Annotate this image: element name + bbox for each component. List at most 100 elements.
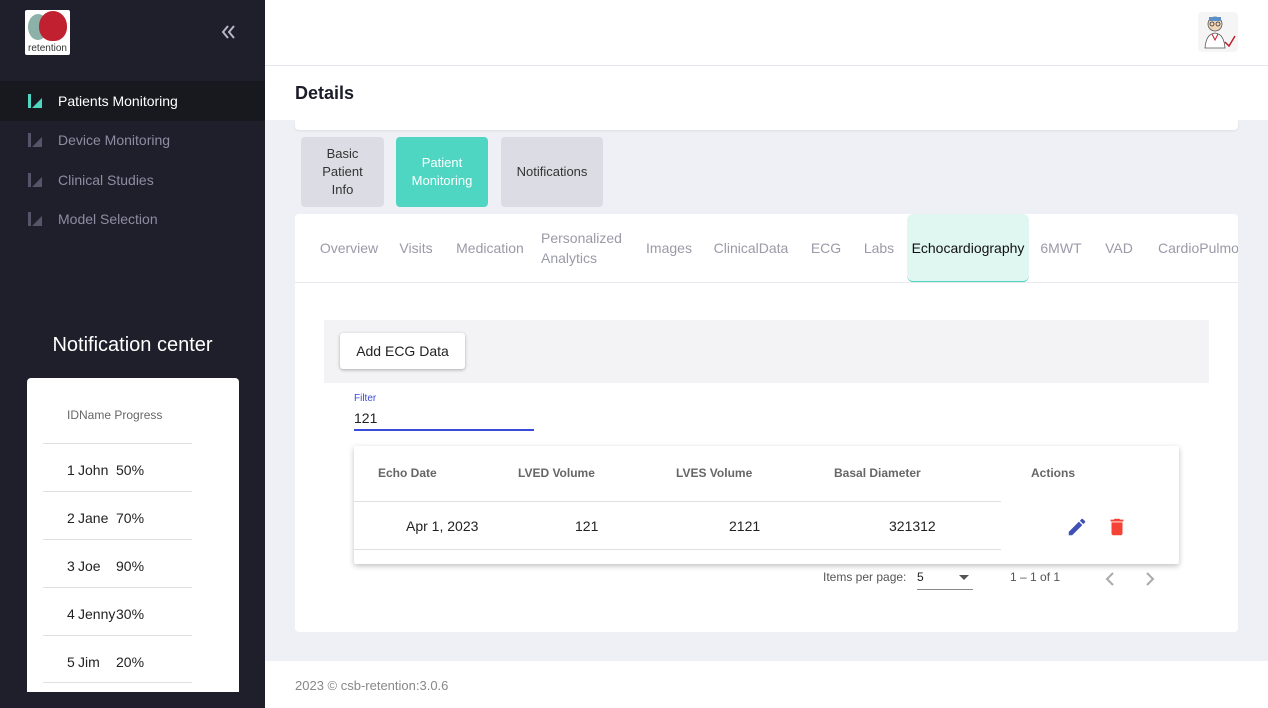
sidebar-item-clinical-studies[interactable]: Clinical Studies bbox=[0, 160, 265, 200]
sidebar-item-label: Model Selection bbox=[58, 211, 158, 227]
notification-center-card: IDName Progress 1 John 50% 2 Jane 70% 3 … bbox=[27, 378, 239, 692]
notification-id: 5 bbox=[67, 654, 75, 670]
tab-label: Overview bbox=[319, 240, 379, 256]
add-ecg-data-button[interactable]: Add ECG Data bbox=[340, 333, 465, 369]
chevron-right-icon bbox=[1146, 572, 1155, 586]
tab-label: 6MWT bbox=[1040, 240, 1082, 256]
top-bar bbox=[265, 0, 1268, 66]
tab-label: ClinicalData bbox=[713, 240, 789, 256]
column-header-actions: Actions bbox=[1031, 466, 1076, 480]
sidebar-item-model-selection[interactable]: Model Selection bbox=[0, 199, 265, 239]
notification-progress: 90% bbox=[116, 558, 145, 574]
logo-heart-red bbox=[39, 11, 67, 41]
collapse-chevrons-icon bbox=[221, 25, 235, 39]
nav-icon bbox=[28, 133, 42, 147]
sidebar-item-label: Device Monitoring bbox=[58, 132, 171, 148]
notification-name: Joe bbox=[78, 558, 101, 574]
tab-labs[interactable]: Labs bbox=[861, 214, 897, 282]
notification-progress: 50% bbox=[116, 462, 145, 478]
tab-images[interactable]: Images bbox=[644, 214, 694, 282]
content-card: Overview Visits Medication Personalized … bbox=[295, 214, 1238, 632]
notification-id: 4 bbox=[67, 606, 75, 622]
column-header-basal-diameter[interactable]: Basal Diameter bbox=[834, 466, 921, 480]
collapse-sidebar-button[interactable] bbox=[219, 20, 239, 44]
tab-visits[interactable]: Visits bbox=[395, 214, 437, 282]
previous-page-button[interactable] bbox=[1100, 569, 1120, 589]
notification-row[interactable]: 1 John 50% bbox=[43, 443, 192, 491]
notification-name: Jenny bbox=[78, 606, 116, 622]
tab-label: Labs bbox=[863, 240, 895, 256]
sidebar-item-label: Patients Monitoring bbox=[58, 93, 178, 109]
tab-label: Echocardiography bbox=[911, 239, 1025, 256]
column-header-lved-volume[interactable]: LVED Volume bbox=[518, 466, 595, 480]
notification-name: Jane bbox=[78, 510, 109, 526]
cell-lves-volume: 2121 bbox=[729, 518, 761, 534]
tab-label: CardioPulmon bbox=[1158, 240, 1238, 256]
tab-notifications[interactable]: Notifications bbox=[501, 137, 603, 207]
header-card-edge bbox=[295, 120, 1238, 130]
filter-input[interactable] bbox=[354, 407, 534, 431]
delete-button[interactable] bbox=[1106, 516, 1128, 538]
header-divider bbox=[354, 501, 1001, 502]
tab-vad[interactable]: VAD bbox=[1102, 214, 1136, 282]
tab-label: Notifications bbox=[516, 164, 588, 179]
items-per-page-value: 5 bbox=[917, 570, 924, 584]
cell-echo-date: Apr 1, 2023 bbox=[406, 518, 479, 534]
notification-id: 2 bbox=[67, 510, 75, 526]
tab-label: Patient Monitoring bbox=[411, 155, 473, 188]
dropdown-caret-icon bbox=[959, 575, 969, 580]
items-per-page-select[interactable]: 5 bbox=[917, 570, 973, 590]
tab-label: ECG bbox=[810, 240, 842, 256]
tab-label: Images bbox=[646, 240, 692, 256]
notification-row[interactable]: 4 Jenny 30% bbox=[43, 587, 192, 635]
page-title: Details bbox=[295, 83, 355, 103]
tab-label: Medication bbox=[456, 240, 524, 256]
edit-pencil-icon bbox=[1068, 518, 1086, 536]
notification-center-title: Notification center bbox=[52, 334, 213, 356]
tab-label: VAD bbox=[1105, 240, 1133, 256]
notification-id: 3 bbox=[67, 558, 75, 574]
sub-tab-bar: Overview Visits Medication Personalized … bbox=[295, 214, 1238, 283]
sidebar-item-device-monitoring[interactable]: Device Monitoring bbox=[0, 120, 265, 160]
edit-button[interactable] bbox=[1066, 516, 1088, 538]
footer-text: 2023 © csb-retention:3.0.6 bbox=[295, 678, 449, 693]
column-header-lves-volume[interactable]: LVES Volume bbox=[676, 466, 752, 480]
tab-medication[interactable]: Medication bbox=[453, 214, 527, 282]
tab-label: Basic Patient Info bbox=[322, 146, 363, 197]
tab-clinicaldata[interactable]: ClinicalData bbox=[713, 214, 789, 282]
notification-row[interactable]: 3 Joe 90% bbox=[43, 539, 192, 587]
tab-overview[interactable]: Overview bbox=[317, 214, 381, 282]
tab-cardiopulmon[interactable]: CardioPulmon bbox=[1158, 214, 1238, 282]
notification-name: Jim bbox=[78, 654, 100, 670]
next-page-button[interactable] bbox=[1140, 569, 1160, 589]
row-divider bbox=[354, 549, 1001, 550]
retention-logo[interactable]: retention bbox=[25, 10, 70, 55]
tab-echocardiography[interactable]: Echocardiography bbox=[907, 214, 1029, 282]
tab-label: Visits bbox=[399, 240, 433, 256]
notification-progress: 70% bbox=[116, 510, 145, 526]
nav-icon bbox=[28, 212, 42, 226]
tab-personalized-analytics[interactable]: Personalized Analytics bbox=[541, 214, 629, 282]
details-header: Details bbox=[265, 66, 1268, 120]
doctor-avatar bbox=[1198, 12, 1238, 52]
sidebar: retention Patients Monitoring Device Mon… bbox=[0, 0, 265, 708]
notification-progress: 20% bbox=[116, 654, 145, 670]
tab-patient-monitoring[interactable]: Patient Monitoring bbox=[396, 137, 488, 207]
column-header-echo-date[interactable]: Echo Date bbox=[378, 466, 437, 480]
notification-name: John bbox=[78, 462, 109, 478]
notification-id: 1 bbox=[67, 462, 75, 478]
cell-lved-volume: 121 bbox=[575, 518, 599, 534]
tab-basic-patient-info[interactable]: Basic Patient Info bbox=[301, 137, 384, 207]
notification-table-header: IDName Progress bbox=[67, 408, 163, 422]
footer: 2023 © csb-retention:3.0.6 bbox=[265, 661, 1268, 708]
nav-icon bbox=[28, 94, 42, 108]
user-avatar[interactable] bbox=[1198, 12, 1238, 52]
notification-row[interactable]: 5 Jim 20% bbox=[43, 635, 192, 683]
items-per-page-label: Items per page: bbox=[823, 570, 907, 584]
sidebar-item-patients-monitoring[interactable]: Patients Monitoring bbox=[0, 81, 265, 121]
sidebar-item-label: Clinical Studies bbox=[58, 172, 154, 188]
notification-progress: 30% bbox=[116, 606, 145, 622]
tab-6mwt[interactable]: 6MWT bbox=[1039, 214, 1083, 282]
tab-ecg[interactable]: ECG bbox=[808, 214, 844, 282]
notification-row[interactable]: 2 Jane 70% bbox=[43, 491, 192, 539]
